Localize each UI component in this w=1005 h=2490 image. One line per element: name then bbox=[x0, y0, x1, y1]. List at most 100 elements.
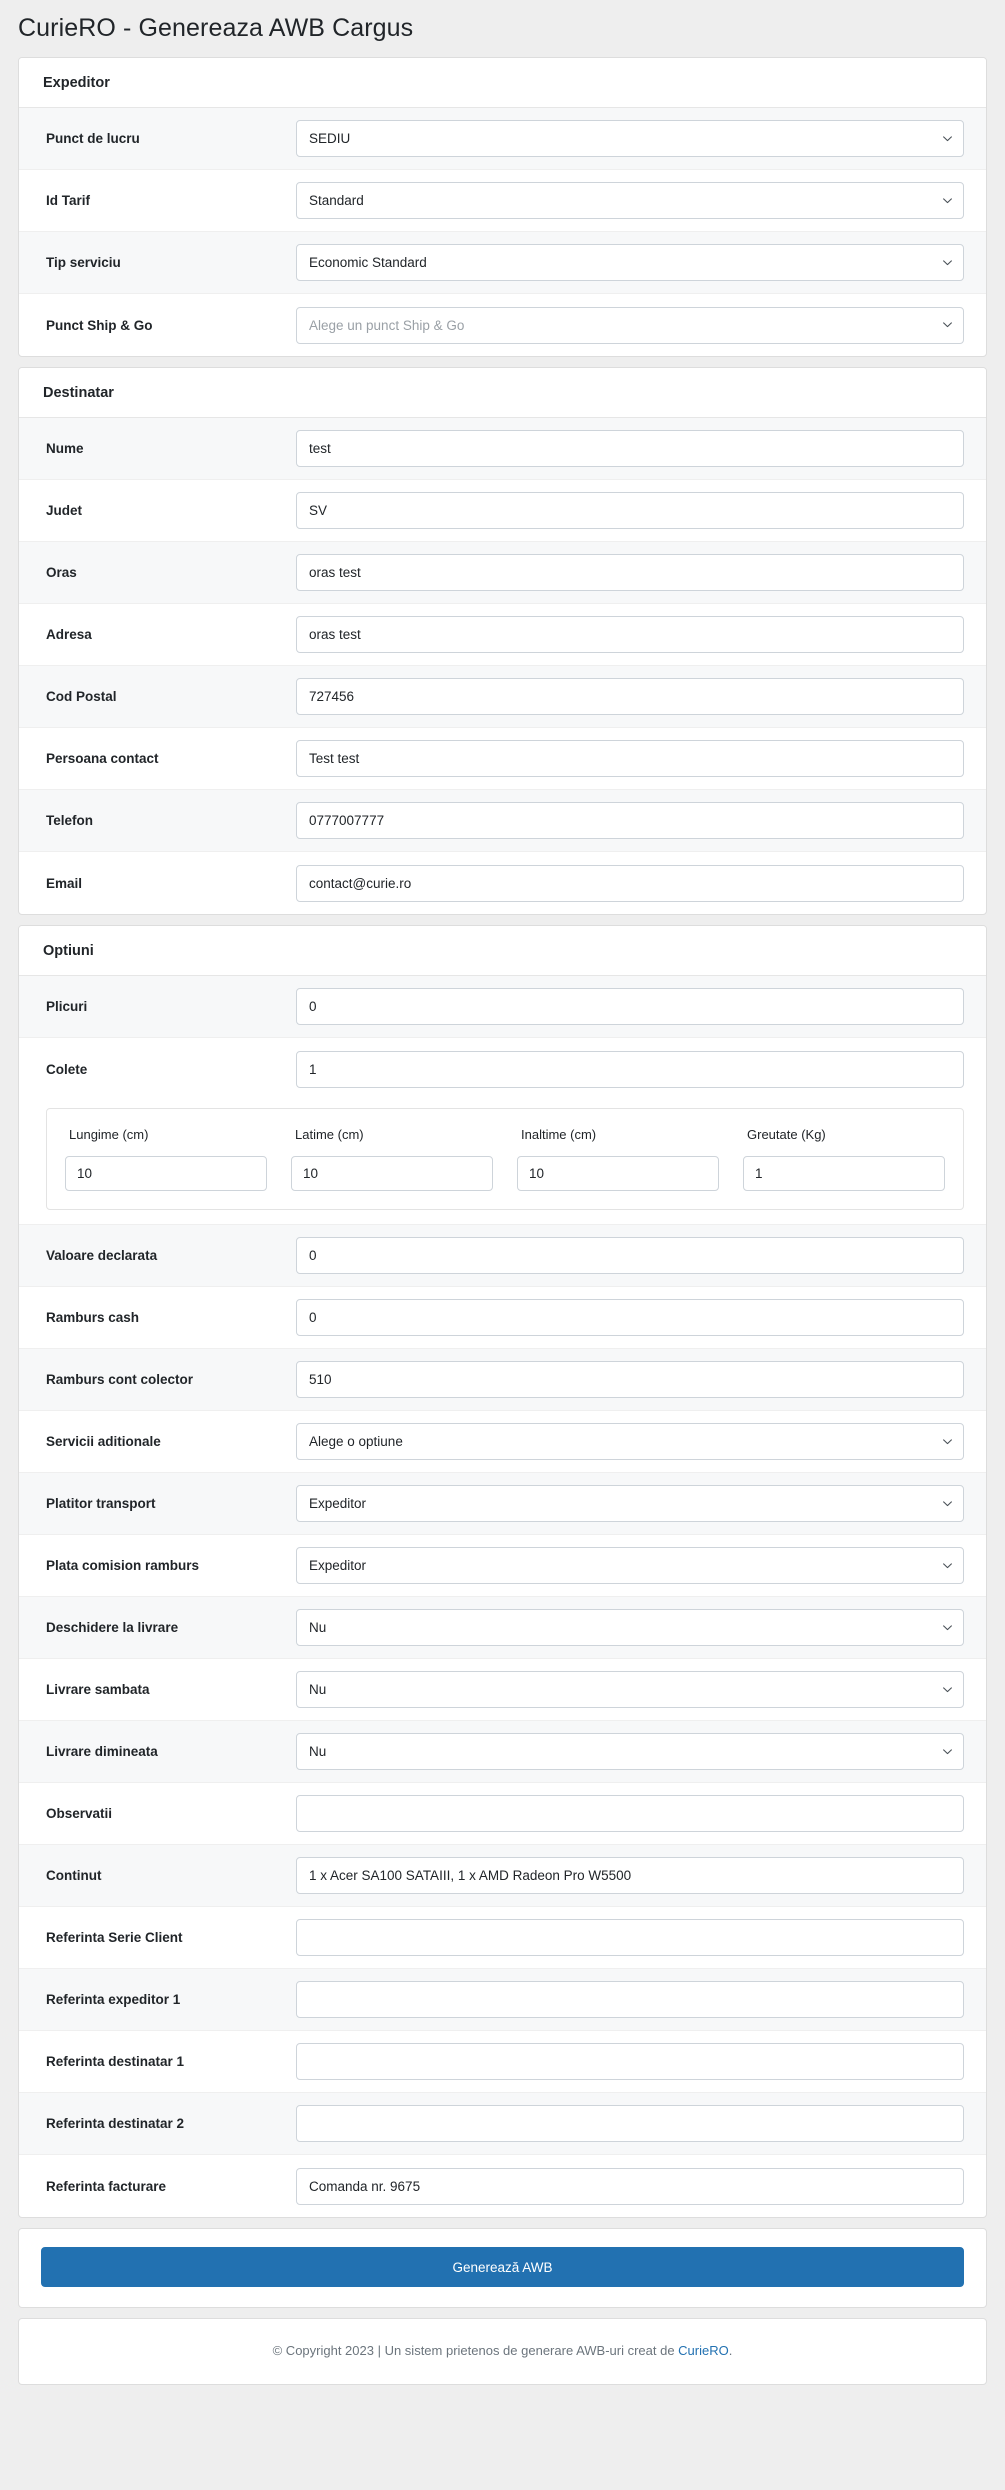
field-label-ramburs-cash: Ramburs cash bbox=[46, 1310, 140, 1325]
optiuni-rows-bottom: Valoare declarata 0 Ramburs cash 0 Ramburs c… bbox=[19, 1225, 986, 2217]
input-continut[interactable]: 1 x Acer SA100 SATAIII, 1 x AMD Radeon P… bbox=[296, 1857, 964, 1894]
select-livrare-sambata[interactable]: Nu bbox=[296, 1671, 964, 1708]
form-row-oras: Oras oras test bbox=[19, 542, 986, 604]
expeditor-rows: Punct de lucru SEDIU Id Tarif Standard Tip s… bbox=[19, 108, 986, 356]
field-wrap-email: contact@curie.ro bbox=[296, 864, 964, 902]
generate-awb-button[interactable]: Generează AWB bbox=[41, 2247, 964, 2287]
input-colete[interactable]: 1 bbox=[296, 1050, 964, 1088]
section-header-optiuni: Optiuni bbox=[19, 926, 986, 976]
form-row-telefon: Telefon 0777007777 bbox=[19, 790, 986, 852]
select-punct-de-lucru[interactable]: SEDIU bbox=[296, 120, 964, 157]
field-wrap-referinta-serie-client bbox=[296, 1919, 964, 1956]
field-label-observatii: Observatii bbox=[46, 1806, 113, 1821]
form-row-adresa: Adresa oras test bbox=[19, 604, 986, 666]
field-wrap-nume: test bbox=[296, 430, 964, 467]
field-wrap-judet: SV bbox=[296, 492, 964, 529]
field-wrap-punct-ship-go: Alege un punct Ship & Go bbox=[296, 306, 964, 344]
field-wrap-platitor-transport: Expeditor bbox=[296, 1485, 964, 1522]
field-wrap-adresa: oras test bbox=[296, 616, 964, 653]
dimension-input-inaltime-cm[interactable]: 10 bbox=[517, 1156, 719, 1191]
select-servicii-aditionale[interactable]: Alege o optiune bbox=[296, 1423, 964, 1460]
input-referinta-facturare[interactable]: Comanda nr. 9675 bbox=[296, 2167, 964, 2205]
input-adresa[interactable]: oras test bbox=[296, 616, 964, 653]
field-wrap-livrare-dimineata: Nu bbox=[296, 1733, 964, 1770]
field-wrap-deschidere-la-livrare: Nu bbox=[296, 1609, 964, 1646]
field-wrap-plata-comision-ramburs: Expeditor bbox=[296, 1547, 964, 1584]
field-wrap-continut: 1 x Acer SA100 SATAIII, 1 x AMD Radeon P… bbox=[296, 1857, 964, 1894]
select-id-tarif[interactable]: Standard bbox=[296, 182, 964, 219]
form-row-judet: Judet SV bbox=[19, 480, 986, 542]
page-root: CurieRO - Genereaza AWB Cargus Expeditor… bbox=[0, 0, 1005, 2490]
input-plicuri[interactable]: 0 bbox=[296, 988, 964, 1025]
field-label-adresa: Adresa bbox=[46, 627, 92, 642]
select-punct-ship-go[interactable]: Alege un punct Ship & Go bbox=[296, 306, 964, 344]
input-ramburs-cont-colector[interactable]: 510 bbox=[296, 1361, 964, 1398]
field-wrap-livrare-sambata: Nu bbox=[296, 1671, 964, 1708]
select-deschidere-la-livrare[interactable]: Nu bbox=[296, 1609, 964, 1646]
select-platitor-transport[interactable]: Expeditor bbox=[296, 1485, 964, 1522]
input-ramburs-cash[interactable]: 0 bbox=[296, 1299, 964, 1336]
form-row-continut: Continut 1 x Acer SA100 SATAIII, 1 x AMD … bbox=[19, 1845, 986, 1907]
field-label-plata-comision-ramburs: Plata comision ramburs bbox=[46, 1558, 200, 1573]
field-label-persoana-contact: Persoana contact bbox=[46, 751, 159, 766]
field-label-valoare-declarata: Valoare declarata bbox=[46, 1248, 158, 1263]
select-plata-comision-ramburs[interactable]: Expeditor bbox=[296, 1547, 964, 1584]
form-row-livrare-sambata: Livrare sambata Nu bbox=[19, 1659, 986, 1721]
dimension-label-lungime-cm: Lungime (cm) bbox=[69, 1127, 149, 1142]
input-nume[interactable]: test bbox=[296, 430, 964, 467]
input-referinta-destinatar-2[interactable] bbox=[296, 2105, 964, 2142]
form-row-referinta-destinatar-2: Referinta destinatar 2 bbox=[19, 2093, 986, 2155]
input-telefon[interactable]: 0777007777 bbox=[296, 802, 964, 839]
form-row-platitor-transport: Platitor transport Expeditor bbox=[19, 1473, 986, 1535]
field-label-nume: Nume bbox=[46, 441, 84, 456]
destinatar-rows: Nume test Judet SV Oras oras test Adresa oras t… bbox=[19, 418, 986, 914]
field-wrap-telefon: 0777007777 bbox=[296, 802, 964, 839]
field-label-cod-postal: Cod Postal bbox=[46, 689, 117, 704]
input-referinta-destinatar-1[interactable] bbox=[296, 2043, 964, 2080]
form-row-email: Email contact@curie.ro bbox=[19, 852, 986, 914]
form-row-ramburs-cont-colector: Ramburs cont colector 510 bbox=[19, 1349, 986, 1411]
field-label-referinta-expeditor-1: Referinta expeditor 1 bbox=[46, 1992, 181, 2007]
field-wrap-valoare-declarata: 0 bbox=[296, 1237, 964, 1274]
field-label-platitor-transport: Platitor transport bbox=[46, 1496, 156, 1511]
input-cod-postal[interactable]: 727456 bbox=[296, 678, 964, 715]
input-referinta-serie-client[interactable] bbox=[296, 1919, 964, 1956]
form-row-ramburs-cash: Ramburs cash 0 bbox=[19, 1287, 986, 1349]
input-judet[interactable]: SV bbox=[296, 492, 964, 529]
footer-card: © Copyright 2023 | Un sistem prietenos d… bbox=[18, 2318, 987, 2385]
field-label-continut: Continut bbox=[46, 1868, 102, 1883]
select-livrare-dimineata[interactable]: Nu bbox=[296, 1733, 964, 1770]
field-wrap-referinta-destinatar-2 bbox=[296, 2105, 964, 2142]
form-row-nume: Nume test bbox=[19, 418, 986, 480]
field-label-ramburs-cont-colector: Ramburs cont colector bbox=[46, 1372, 194, 1387]
dimensions-labels: Lungime (cm) Latime (cm) Inaltime (cm) Greu… bbox=[65, 1125, 945, 1156]
form-row-livrare-dimineata: Livrare dimineata Nu bbox=[19, 1721, 986, 1783]
field-wrap-ramburs-cash: 0 bbox=[296, 1299, 964, 1336]
footer-link-curiero[interactable]: CurieRO bbox=[678, 2343, 729, 2358]
field-wrap-referinta-facturare: Comanda nr. 9675 bbox=[296, 2167, 964, 2205]
footer-copyright: © Copyright 2023 | Un sistem prietenos d… bbox=[29, 2343, 976, 2358]
field-label-livrare-dimineata: Livrare dimineata bbox=[46, 1744, 158, 1759]
field-label-oras: Oras bbox=[46, 565, 77, 580]
dimensions-row: Lungime (cm) Latime (cm) Inaltime (cm) Greu… bbox=[19, 1100, 986, 1225]
section-optiuni: Optiuni Plicuri 0 Colete 1 Lungime (cm) Lati… bbox=[18, 925, 987, 2218]
dimension-input-latime-cm[interactable]: 10 bbox=[291, 1156, 493, 1191]
dimension-input-greutate-kg[interactable]: 1 bbox=[743, 1156, 945, 1191]
select-tip-serviciu[interactable]: Economic Standard bbox=[296, 244, 964, 281]
form-row-plicuri: Plicuri 0 bbox=[19, 976, 986, 1038]
field-label-plicuri: Plicuri bbox=[46, 999, 88, 1014]
input-persoana-contact[interactable]: Test test bbox=[296, 740, 964, 777]
input-email[interactable]: contact@curie.ro bbox=[296, 864, 964, 902]
form-row-referinta-facturare: Referinta facturare Comanda nr. 9675 bbox=[19, 2155, 986, 2217]
field-label-colete: Colete bbox=[46, 1061, 88, 1077]
field-label-id-tarif: Id Tarif bbox=[46, 193, 91, 208]
dimension-label-inaltime-cm: Inaltime (cm) bbox=[521, 1127, 597, 1142]
input-referinta-expeditor-1[interactable] bbox=[296, 1981, 964, 2018]
input-oras[interactable]: oras test bbox=[296, 554, 964, 591]
input-observatii[interactable] bbox=[296, 1795, 964, 1832]
section-header-expeditor: Expeditor bbox=[19, 58, 986, 108]
dimension-input-lungime-cm[interactable]: 10 bbox=[65, 1156, 267, 1191]
submit-card: Generează AWB bbox=[18, 2228, 987, 2308]
field-wrap-tip-serviciu: Economic Standard bbox=[296, 244, 964, 281]
input-valoare-declarata[interactable]: 0 bbox=[296, 1237, 964, 1274]
